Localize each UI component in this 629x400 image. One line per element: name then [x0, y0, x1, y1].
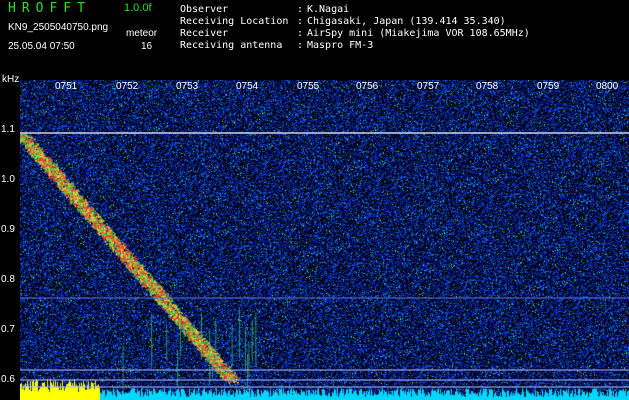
info-key: Receiving antenna — [180, 40, 283, 51]
version-label: 1.0.0f — [124, 2, 152, 14]
y-tick-label: 0.7 — [1, 324, 15, 335]
time-tick-label: 0753 — [176, 81, 199, 92]
info-row-observer: Observer: K.Nagai — [180, 4, 350, 15]
datetime-label: 25.05.04 07:50 — [8, 41, 75, 52]
y-tick-label: 0.9 — [1, 224, 15, 235]
time-tick-label: 0800 — [596, 81, 619, 92]
time-tick-label: 0752 — [116, 81, 139, 92]
time-tick-label: 0751 — [55, 81, 78, 92]
time-tick-label: 0754 — [236, 81, 259, 92]
y-tick-label: 0.6 — [1, 374, 15, 385]
y-tick-label: 1.0 — [1, 174, 15, 185]
time-tick-label: 0759 — [537, 81, 560, 92]
time-tick-label: 0758 — [476, 81, 499, 92]
info-key: Observer — [180, 4, 229, 15]
info-key: Receiver — [180, 28, 229, 39]
info-value: AirSpy mini (Miakejima VOR 108.65MHz) — [307, 28, 530, 39]
time-tick-label: 0756 — [356, 81, 379, 92]
time-tick-label: 0755 — [297, 81, 320, 92]
plot-overlay — [20, 132, 629, 388]
unit-label: kHz — [2, 74, 20, 85]
spectrogram-plot — [20, 80, 629, 400]
filename-label: KN9_2505040750.png — [8, 22, 109, 33]
header-panel: HROFFT 1.0.0f KN9_2505040750.png meteor … — [0, 0, 629, 72]
y-tick-label: 1.1 — [1, 124, 15, 135]
info-row-receiver: Receiver: AirSpy mini (Miakejima VOR 108… — [180, 28, 530, 39]
y-tick-label: 0.8 — [1, 274, 15, 285]
meteor-count: 16 — [141, 41, 153, 52]
info-row-location: Receiving Location: Chigasaki, Japan (13… — [180, 16, 506, 27]
time-tick-label: 0757 — [417, 81, 440, 92]
meteor-label: meteor — [126, 28, 158, 39]
app-title: HROFFT — [8, 1, 91, 16]
info-row-antenna: Receiving antenna: Maspro FM-3 — [180, 40, 374, 51]
info-value: Chigasaki, Japan (139.414 35.340) — [307, 16, 506, 27]
info-value: Maspro FM-3 — [307, 40, 374, 51]
info-value: K.Nagai — [307, 4, 350, 15]
info-key: Receiving Location — [180, 16, 289, 27]
